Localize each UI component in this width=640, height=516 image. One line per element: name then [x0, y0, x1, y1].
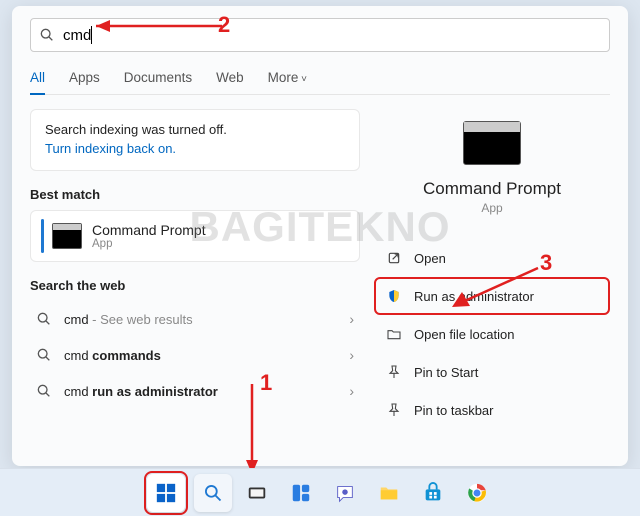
indexing-link[interactable]: Turn indexing back on. [45, 141, 176, 156]
folder-icon [386, 326, 402, 342]
search-icon [39, 27, 55, 43]
chevron-right-icon: › [349, 311, 354, 327]
best-match-sub: App [92, 238, 206, 250]
tab-web[interactable]: Web [216, 70, 244, 95]
annotation-label-2: 2 [218, 12, 230, 38]
search-box[interactable]: cmd [30, 18, 610, 52]
chrome-button[interactable] [458, 474, 496, 512]
tab-more[interactable]: More [268, 70, 307, 95]
preview-title: Command Prompt [423, 179, 561, 199]
search-icon [36, 311, 52, 327]
selection-accent [41, 219, 44, 253]
action-open[interactable]: Open [374, 239, 610, 277]
cmd-icon [463, 121, 521, 165]
indexing-card: Search indexing was turned off. Turn ind… [30, 109, 360, 171]
annotation-label-3: 3 [540, 250, 552, 276]
indexing-message: Search indexing was turned off. [45, 122, 345, 137]
preview-sub: App [481, 201, 502, 215]
action-label: Run as administrator [414, 289, 534, 304]
action-run-admin[interactable]: Run as administrator [374, 277, 610, 315]
tab-documents[interactable]: Documents [124, 70, 192, 95]
chevron-right-icon: › [349, 347, 354, 363]
search-query-text: cmd [63, 27, 91, 44]
shield-icon [386, 288, 402, 304]
chevron-right-icon: › [349, 383, 354, 399]
filter-tabs: All Apps Documents Web More [30, 70, 610, 95]
search-web-heading: Search the web [30, 278, 360, 293]
file-explorer-button[interactable] [370, 474, 408, 512]
preview-column: Command Prompt App Open Run as administr… [374, 109, 610, 429]
search-input[interactable] [92, 27, 601, 44]
web-result-label: cmd - See web results [64, 312, 349, 327]
pin-icon [386, 364, 402, 380]
annotation-label-1: 1 [260, 370, 272, 396]
pin-icon [386, 402, 402, 418]
cmd-icon [52, 223, 82, 249]
tab-all[interactable]: All [30, 70, 45, 95]
web-result-2[interactable]: cmd run as administrator › [30, 373, 360, 409]
task-view-button[interactable] [238, 474, 276, 512]
web-result-label: cmd commands [64, 348, 349, 363]
taskbar-search-button[interactable] [194, 474, 232, 512]
start-search-panel: cmd All Apps Documents Web More Search i… [12, 6, 628, 466]
start-button[interactable] [147, 474, 185, 512]
chat-button[interactable] [326, 474, 364, 512]
search-icon [36, 347, 52, 363]
action-pin-taskbar[interactable]: Pin to taskbar [374, 391, 610, 429]
open-icon [386, 250, 402, 266]
action-open-location[interactable]: Open file location [374, 315, 610, 353]
best-match-title: Command Prompt [92, 222, 206, 238]
best-match-heading: Best match [30, 187, 360, 202]
action-label: Open [414, 251, 446, 266]
web-result-1[interactable]: cmd commands › [30, 337, 360, 373]
taskbar [0, 468, 640, 516]
web-result-label: cmd run as administrator [64, 384, 349, 399]
action-label: Open file location [414, 327, 514, 342]
web-result-0[interactable]: cmd - See web results › [30, 301, 360, 337]
tab-apps[interactable]: Apps [69, 70, 100, 95]
action-label: Pin to taskbar [414, 403, 494, 418]
widgets-button[interactable] [282, 474, 320, 512]
store-button[interactable] [414, 474, 452, 512]
results-column: Search indexing was turned off. Turn ind… [30, 109, 360, 429]
search-icon [36, 383, 52, 399]
annotation-highlight-start [144, 471, 188, 515]
action-pin-start[interactable]: Pin to Start [374, 353, 610, 391]
action-label: Pin to Start [414, 365, 478, 380]
best-match-item[interactable]: Command Prompt App [30, 210, 360, 262]
